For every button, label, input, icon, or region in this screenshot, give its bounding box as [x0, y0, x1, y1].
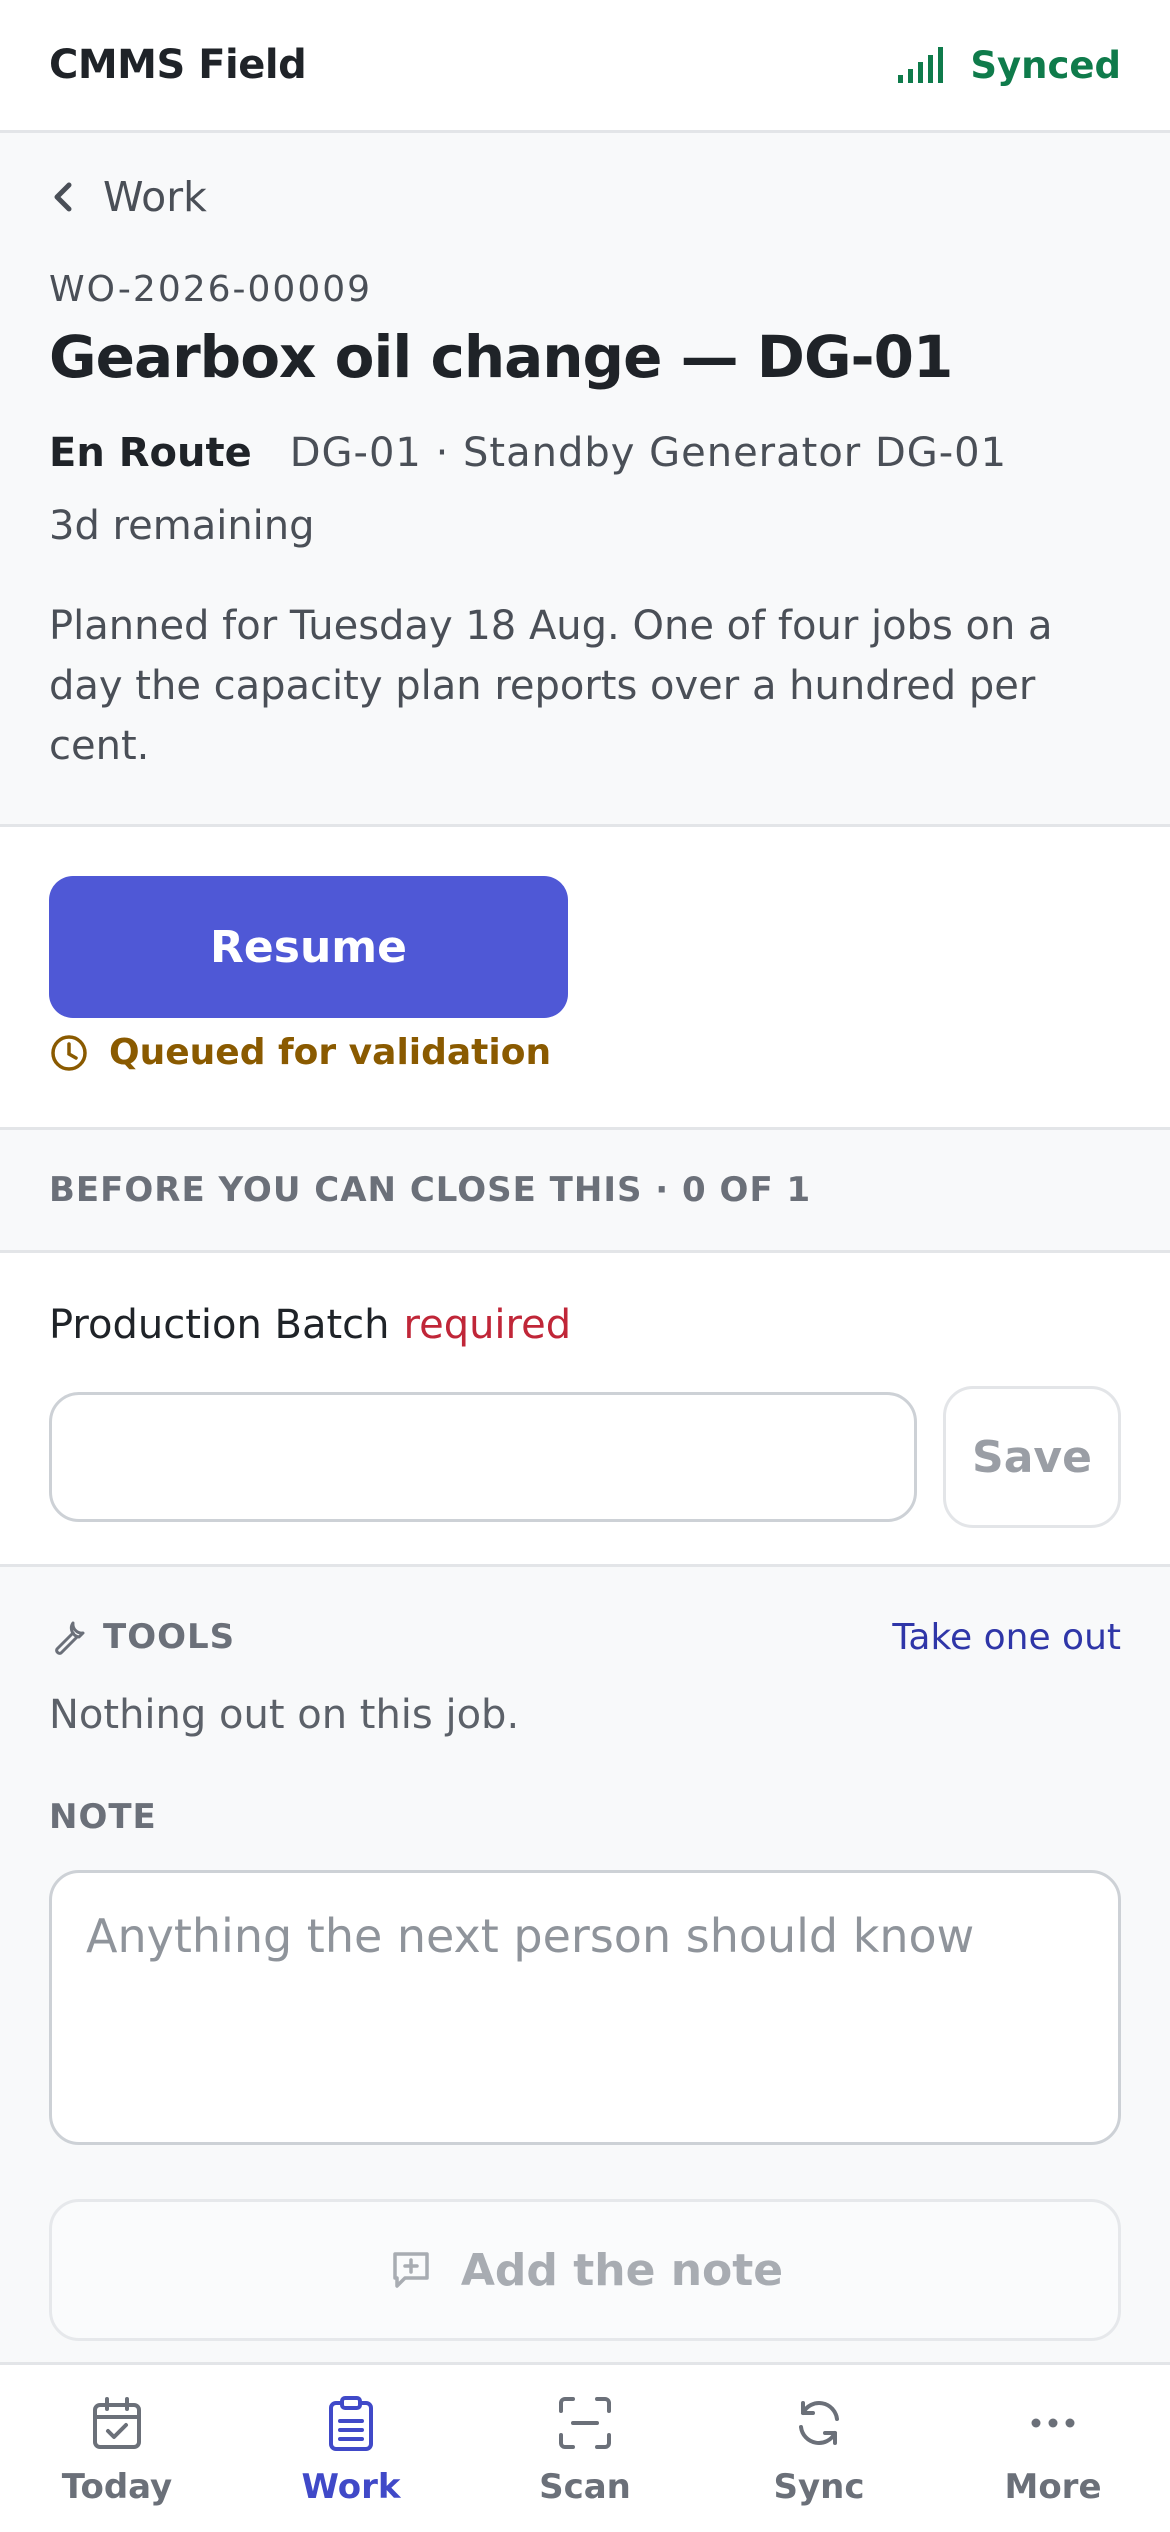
- required-marker: required: [403, 1302, 572, 1348]
- tools-header: TOOLS: [49, 1617, 235, 1657]
- nav-label: Work: [301, 2467, 401, 2507]
- add-note-label: Add the note: [460, 2244, 784, 2296]
- save-button[interactable]: Save: [943, 1386, 1121, 1528]
- resume-button[interactable]: Resume: [49, 876, 568, 1018]
- time-remaining: 3d remaining: [49, 503, 315, 549]
- calendar-check-icon: [93, 2397, 141, 2449]
- refresh-icon: [799, 2401, 839, 2445]
- app-title: CMMS Field: [49, 42, 307, 88]
- wrench-icon: [55, 1621, 85, 1655]
- back-label: Work: [103, 173, 207, 221]
- add-note-button[interactable]: Add the note: [49, 2199, 1121, 2341]
- take-tool-out-link[interactable]: Take one out: [892, 1617, 1121, 1658]
- nav-item-sync[interactable]: Sync: [702, 2365, 936, 2532]
- top-bar: CMMS Field Synced: [0, 0, 1170, 133]
- production-batch-input[interactable]: [49, 1392, 917, 1522]
- nav-item-scan[interactable]: Scan: [468, 2365, 702, 2532]
- app-root: CMMS Field Synced Work WO-2026-00009 Gea…: [0, 0, 1170, 2532]
- queued-status: Queued for validation: [49, 1032, 551, 1073]
- scan-icon: [559, 2397, 611, 2449]
- nav-item-work[interactable]: Work: [234, 2365, 468, 2532]
- action-section: Resume Queued for validation: [0, 827, 1170, 1130]
- page-title: Gearbox oil change — DG-01: [49, 323, 953, 391]
- work-order-number: WO-2026-00009: [49, 269, 373, 310]
- sync-status[interactable]: Synced: [896, 44, 1121, 87]
- nav-label: More: [1004, 2467, 1102, 2507]
- work-order-header: Work WO-2026-00009 Gearbox oil change — …: [0, 133, 1170, 827]
- bottom-nav: Today Work Scan Sync More: [0, 2362, 1170, 2532]
- tools-empty-text: Nothing out on this job.: [49, 1692, 520, 1738]
- nav-label: Sync: [773, 2467, 865, 2507]
- clipboard-list-icon: [329, 2396, 373, 2451]
- nav-item-today[interactable]: Today: [0, 2365, 234, 2532]
- note-input[interactable]: [49, 1870, 1121, 2145]
- production-batch-section: Production Batch required Save: [0, 1253, 1170, 1567]
- back-button[interactable]: Work: [49, 173, 207, 221]
- sync-status-label: Synced: [970, 43, 1121, 87]
- add-comment-icon: [393, 2252, 429, 2288]
- production-batch-label: Production Batch required: [49, 1302, 571, 1348]
- tools-section: TOOLS Take one out Nothing out on this j…: [0, 1567, 1170, 2367]
- status-text: En Route: [49, 430, 252, 476]
- more-dots-icon: [1031, 2418, 1075, 2428]
- description: Planned for Tuesday 18 Aug. One of four …: [49, 603, 1053, 769]
- nav-label: Scan: [539, 2467, 631, 2507]
- signal-bars-icon: [898, 47, 944, 83]
- nav-item-more[interactable]: More: [936, 2365, 1170, 2532]
- tools-header-label: TOOLS: [103, 1617, 236, 1657]
- meta-row: En Route DG-01 · Standby Generator DG-01: [49, 430, 1007, 476]
- field-label: Production Batch: [49, 1302, 390, 1348]
- chevron-left-icon: [54, 182, 72, 212]
- nav-label: Today: [61, 2467, 173, 2507]
- clock-icon: [51, 1034, 87, 1071]
- asset-link[interactable]: DG-01 · Standby Generator DG-01: [290, 430, 1007, 476]
- checklist-header: BEFORE YOU CAN CLOSE THIS · 0 OF 1: [0, 1130, 1170, 1253]
- queued-label: Queued for validation: [109, 1032, 552, 1073]
- note-header: NOTE: [49, 1797, 157, 1837]
